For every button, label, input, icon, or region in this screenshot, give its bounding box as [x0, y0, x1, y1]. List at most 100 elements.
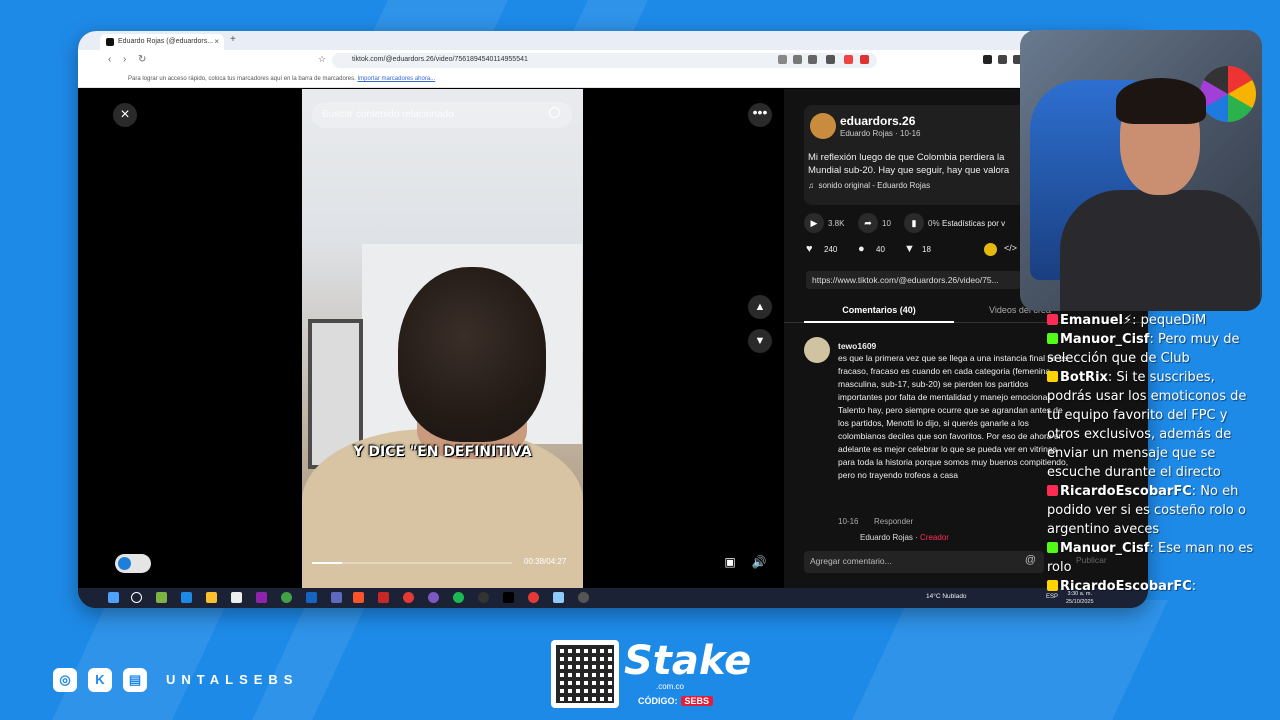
sound-link[interactable]: ♫ sonido original - Eduardo Rojas — [808, 181, 930, 190]
windows-taskbar: 14°C Nublado ESP 3:30 a. m. 25/10/2025 — [78, 588, 1148, 608]
extension-icon[interactable] — [793, 55, 802, 64]
author-handle[interactable]: eduardors.26 — [840, 114, 915, 128]
sponsor-name: Stake — [624, 638, 752, 684]
author-avatar[interactable] — [810, 113, 836, 139]
comment-meta: 10-16 Responder — [838, 515, 913, 528]
chat-badge-icon — [1047, 580, 1058, 591]
file-explorer-icon[interactable] — [206, 592, 217, 603]
stats-icon[interactable]: ▮ — [904, 213, 924, 233]
share-icon[interactable] — [826, 55, 835, 64]
video-link[interactable]: https://www.tiktok.com/@eduardors.26/vid… — [806, 271, 1021, 289]
app-icon[interactable] — [331, 592, 342, 603]
extension-icon[interactable] — [808, 55, 817, 64]
video-player[interactable]: Buscar contenido relacionado Y DICE "EN … — [302, 89, 583, 588]
embed-icon[interactable]: </> — [1004, 243, 1017, 253]
app-icon[interactable] — [553, 592, 564, 603]
chat-badge-icon — [1047, 542, 1058, 553]
chrome-icon[interactable] — [281, 592, 292, 603]
clock-date: 25/10/2025 — [1066, 599, 1094, 605]
add-comment-placeholder: Agregar comentario... — [810, 556, 892, 566]
app-icon[interactable] — [403, 592, 414, 603]
stats-label[interactable]: Estadísticas por v — [942, 219, 1005, 228]
close-icon[interactable]: × — [113, 103, 137, 127]
previous-video-icon[interactable]: ▲ — [748, 295, 772, 319]
video-progress-bar[interactable] — [312, 562, 512, 564]
obs-icon[interactable] — [478, 592, 489, 603]
streamer-body — [1060, 190, 1260, 311]
forward-icon[interactable]: › — [123, 54, 126, 65]
chat-message: RicardoEscobarFC: — [1047, 577, 1262, 591]
chat-text: Si te suscribes, podrás usar los emotico… — [1047, 370, 1247, 480]
stats-percent: 0% — [928, 219, 940, 228]
app-icon[interactable] — [256, 592, 267, 603]
new-tab-icon[interactable]: + — [230, 34, 236, 45]
windows-start-icon[interactable] — [108, 592, 119, 603]
tiktok-icon[interactable] — [503, 592, 514, 603]
bookmark-icon[interactable]: ☆ — [318, 54, 326, 65]
search-icon[interactable] — [131, 592, 142, 603]
mention-icon[interactable]: @ — [1025, 554, 1036, 566]
share-icon[interactable]: ➦ — [858, 213, 878, 233]
brave-icon[interactable] — [353, 592, 364, 603]
comment-icon[interactable]: ● — [858, 243, 865, 255]
app-icon[interactable] — [378, 592, 389, 603]
chat-icon[interactable] — [998, 55, 1007, 64]
media-player-icon[interactable] — [578, 592, 589, 603]
autoscroll-toggle[interactable] — [115, 554, 151, 573]
play-count: 3.8K — [828, 219, 845, 228]
app-icon[interactable] — [231, 592, 242, 603]
streamer-hair — [1116, 78, 1206, 124]
save-count: 18 — [922, 245, 931, 254]
chat-username: Emanuel — [1060, 313, 1123, 328]
chat-badge-icon — [1047, 371, 1058, 382]
browser-tab[interactable]: Eduardo Rojas (@eduardors... × — [100, 34, 224, 50]
app-icon[interactable] — [156, 592, 167, 603]
reply-button[interactable]: Responder — [874, 517, 913, 526]
heart-icon[interactable]: ♥ — [806, 243, 813, 255]
like-count: 240 — [824, 245, 838, 254]
twitch-icon: ▤ — [123, 668, 147, 692]
spotify-icon[interactable] — [453, 592, 464, 603]
word-icon[interactable] — [306, 592, 317, 603]
screen-capture: Eduardo Rojas (@eduardors... × + ‹ › ↻ ☆… — [78, 31, 1148, 608]
import-bookmarks-link[interactable]: Importar marcadores ahora... — [357, 76, 435, 82]
next-video-icon[interactable]: ▼ — [748, 329, 772, 353]
kick-icon: K — [88, 668, 112, 692]
browser-tab-strip: Eduardo Rojas (@eduardors... × + — [78, 31, 1148, 50]
webcam-overlay — [1020, 30, 1262, 311]
chat-username: Manuor_Cisf — [1060, 332, 1150, 347]
back-icon[interactable]: ‹ — [108, 54, 111, 65]
promo-code-label: CÓDIGO: — [638, 696, 678, 706]
video-caption: Y DICE "EN DEFINITIVA — [353, 444, 532, 460]
add-comment-input[interactable]: Agregar comentario... @ — [804, 551, 1044, 573]
volume-icon[interactable]: 🔊 — [750, 555, 768, 573]
alert-icon[interactable] — [860, 55, 869, 64]
more-options-icon[interactable]: ••• — [748, 103, 772, 127]
app-icon[interactable] — [528, 592, 539, 603]
tab-comments[interactable]: Comentarios (40) — [804, 305, 954, 323]
search-icon[interactable] — [549, 107, 560, 118]
language-indicator[interactable]: ESP — [1046, 594, 1058, 600]
post-description: Mi reflexión luego de que Colombia perdi… — [808, 151, 1054, 177]
creator-reply-name[interactable]: Eduardo Rojas — [860, 533, 913, 542]
creator-reply: Eduardo Rojas · Creador — [860, 533, 949, 542]
clock[interactable]: 3:30 a. m. 25/10/2025 — [1066, 590, 1094, 606]
extension-icon[interactable] — [778, 55, 787, 64]
play-icon[interactable]: ▶ — [804, 213, 824, 233]
pip-icon[interactable]: ▣ — [721, 555, 739, 573]
weather-widget[interactable]: 14°C Nublado — [926, 593, 967, 600]
chat-badge-icon — [1047, 485, 1058, 496]
commenter-avatar[interactable] — [804, 337, 830, 363]
related-search-input[interactable]: Buscar contenido relacionado — [312, 102, 572, 128]
close-tab-icon[interactable]: × — [214, 37, 219, 46]
extension-icon[interactable] — [983, 55, 992, 64]
tiktok-video-page: × Buscar contenido relacionado Y DICE "E… — [78, 89, 1148, 588]
brave-shield-icon[interactable] — [844, 55, 853, 64]
app-icon[interactable] — [428, 592, 439, 603]
chat-separator: ⚡: — [1122, 313, 1137, 328]
coin-icon[interactable] — [984, 243, 997, 256]
clock-time: 3:30 a. m. — [1067, 591, 1092, 597]
reload-icon[interactable]: ↻ — [138, 54, 146, 65]
edge-icon[interactable] — [181, 592, 192, 603]
bookmark-icon[interactable]: ▼ — [904, 243, 915, 255]
